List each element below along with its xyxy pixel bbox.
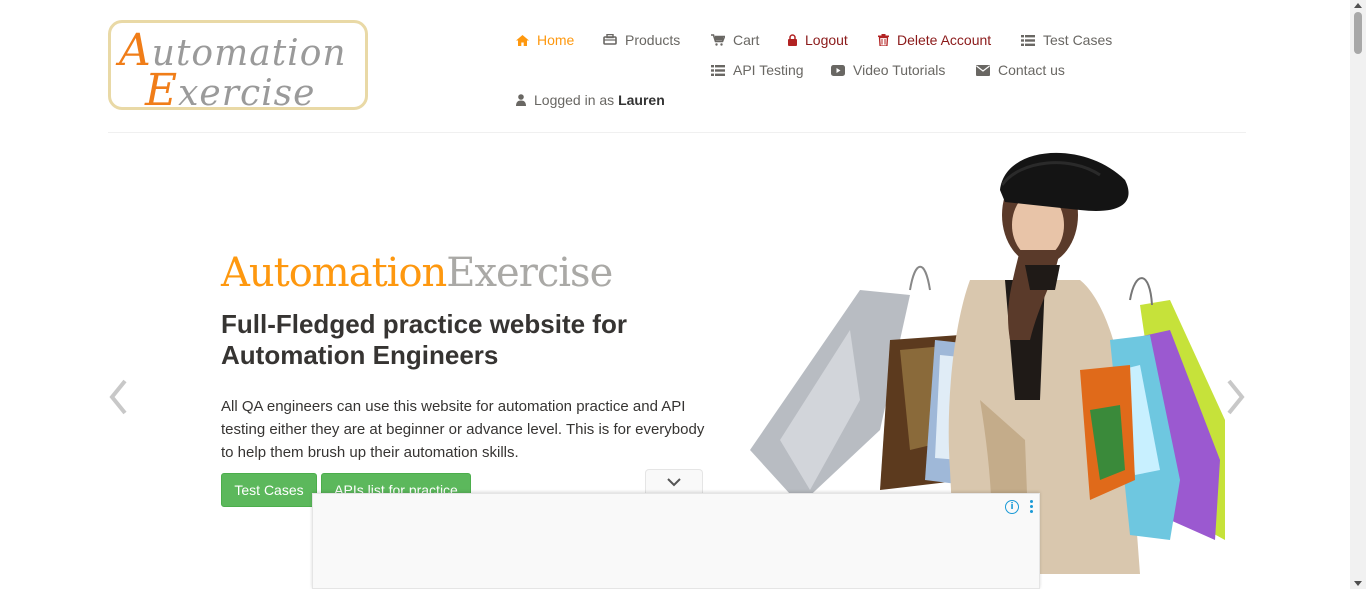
envelope-icon bbox=[976, 64, 990, 76]
products-icon bbox=[603, 34, 617, 45]
hero-paragraph: All QA engineers can use this website fo… bbox=[221, 398, 705, 461]
vertical-scrollbar[interactable] bbox=[1350, 0, 1366, 589]
nav-products-link[interactable]: Products bbox=[603, 32, 680, 48]
test-cases-button[interactable]: Test Cases bbox=[221, 473, 317, 507]
nav-cart-link[interactable]: Cart bbox=[711, 32, 759, 48]
chevron-down-icon bbox=[667, 478, 681, 487]
user-icon bbox=[516, 94, 526, 106]
nav-home-link[interactable]: Home bbox=[516, 32, 574, 48]
logo-line-2: Exercise bbox=[145, 65, 316, 116]
home-icon bbox=[516, 34, 529, 46]
ad-banner: i bbox=[312, 493, 1040, 589]
hero-title: AutomationExercise bbox=[221, 250, 613, 296]
header-divider bbox=[108, 132, 1246, 133]
logged-in-label: Logged in as Lauren bbox=[534, 92, 665, 108]
site-logo[interactable]: Automation Exercise bbox=[108, 20, 368, 116]
scroll-up-arrow[interactable] bbox=[1354, 3, 1362, 8]
ad-collapse-tab[interactable] bbox=[645, 469, 703, 494]
scroll-down-arrow[interactable] bbox=[1354, 581, 1362, 586]
nav-test-cases-link[interactable]: Test Cases bbox=[1021, 32, 1112, 48]
trash-icon bbox=[878, 34, 889, 46]
cart-icon bbox=[711, 34, 725, 46]
nav-api-testing-link[interactable]: API Testing bbox=[711, 62, 804, 78]
list-icon bbox=[711, 64, 725, 76]
carousel-next-arrow[interactable] bbox=[1226, 378, 1246, 416]
nav-delete-account-link[interactable]: Delete Account bbox=[878, 32, 991, 48]
username: Lauren bbox=[618, 92, 665, 108]
scrollbar-thumb[interactable] bbox=[1354, 12, 1362, 54]
header: Automation Exercise Home Products Cart L… bbox=[0, 0, 1350, 133]
hero-heading: Full-Fledged practice website for Automa… bbox=[221, 309, 627, 370]
logged-in-indicator: Logged in as Lauren bbox=[516, 92, 665, 108]
nav-contact-us-link[interactable]: Contact us bbox=[976, 62, 1065, 78]
youtube-icon bbox=[831, 64, 845, 76]
lock-icon bbox=[788, 34, 797, 46]
carousel-prev-arrow[interactable] bbox=[108, 378, 128, 416]
ad-info-icon[interactable]: i bbox=[1005, 500, 1019, 514]
ad-options-icon[interactable] bbox=[1030, 500, 1033, 515]
list-icon bbox=[1021, 34, 1035, 46]
nav-logout-link[interactable]: Logout bbox=[788, 32, 848, 48]
nav-video-tutorials-link[interactable]: Video Tutorials bbox=[831, 62, 945, 78]
